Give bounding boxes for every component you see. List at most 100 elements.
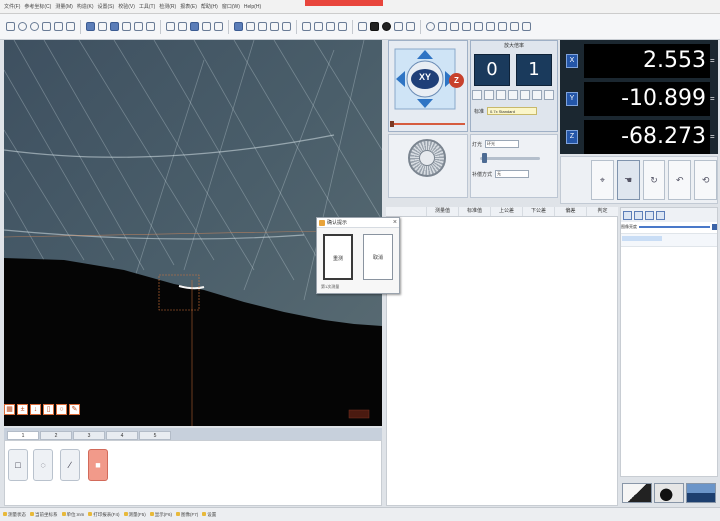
delete-icon[interactable] xyxy=(656,210,665,220)
last-icon[interactable] xyxy=(508,90,518,100)
star-icon[interactable] xyxy=(498,22,507,31)
column-header[interactable]: 偏差 xyxy=(554,207,586,216)
x-axis-button[interactable]: X xyxy=(566,54,578,68)
circle-icon[interactable] xyxy=(18,22,27,31)
reset-icon[interactable]: ⟲ xyxy=(694,160,717,200)
tab-5[interactable]: 5 xyxy=(139,431,171,440)
pin-icon[interactable]: ✎ xyxy=(69,404,80,415)
page-icon[interactable]: ▯ xyxy=(43,404,54,415)
column-header[interactable]: 判定 xyxy=(586,207,618,216)
curve-icon[interactable] xyxy=(146,22,155,31)
status-item[interactable]: 显示(F6) xyxy=(149,512,172,518)
image-list[interactable] xyxy=(621,233,717,247)
person-icon[interactable] xyxy=(358,22,367,31)
save-icon[interactable] xyxy=(202,22,211,31)
line-icon[interactable] xyxy=(134,22,143,31)
point-icon[interactable] xyxy=(42,22,51,31)
column-header[interactable]: 测量值 xyxy=(426,207,458,216)
close-icon[interactable]: × xyxy=(393,218,397,228)
column-header[interactable]: 标准值 xyxy=(458,207,490,216)
page-icon[interactable] xyxy=(522,22,531,31)
column-header[interactable]: 上公差 xyxy=(490,207,522,216)
record-icon[interactable] xyxy=(382,22,391,31)
distance-icon[interactable] xyxy=(86,22,95,31)
plus-icon[interactable] xyxy=(544,90,554,100)
down-icon[interactable] xyxy=(532,90,542,100)
menu-item[interactable]: 测量(M) xyxy=(55,3,73,10)
status-item[interactable]: 测量(F5) xyxy=(123,512,146,518)
person-icon[interactable] xyxy=(166,22,175,31)
z-axis-button[interactable]: Z xyxy=(449,73,464,88)
image-list-selected-row[interactable] xyxy=(622,236,662,241)
menu-item[interactable]: 参考坐标(C) xyxy=(24,3,51,10)
window-icon[interactable] xyxy=(406,22,415,31)
square-icon[interactable]: □ xyxy=(8,449,28,481)
search-icon[interactable] xyxy=(486,22,495,31)
hand-icon[interactable]: ☚ xyxy=(616,160,640,200)
chart-icon[interactable] xyxy=(282,22,291,31)
column-header[interactable]: 下公差 xyxy=(522,207,554,216)
flip-icon[interactable] xyxy=(462,22,471,31)
export-icon[interactable] xyxy=(314,22,323,31)
tab-1[interactable]: 1 xyxy=(7,431,39,440)
first-icon[interactable] xyxy=(472,90,482,100)
text-icon[interactable] xyxy=(338,22,347,31)
camera-icon[interactable] xyxy=(190,22,199,31)
next-icon[interactable] xyxy=(496,90,506,100)
measure-icon[interactable]: ± xyxy=(17,404,28,415)
measure-icon[interactable] xyxy=(270,22,279,31)
menu-item[interactable]: Help(H) xyxy=(244,4,261,10)
brightness-thumb[interactable] xyxy=(482,153,487,163)
remeasure-button[interactable]: 重测 xyxy=(323,234,353,280)
arc-icon[interactable] xyxy=(30,22,39,31)
tab-4[interactable]: 4 xyxy=(106,431,138,440)
lens-icon[interactable]: ◌ xyxy=(33,449,53,481)
lock-icon[interactable] xyxy=(178,22,187,31)
import-icon[interactable] xyxy=(302,22,311,31)
menu-item[interactable]: 检测(R) xyxy=(159,3,176,10)
ruler-icon[interactable] xyxy=(474,22,483,31)
grid-icon[interactable] xyxy=(246,22,255,31)
status-item[interactable]: 打印报表(F4) xyxy=(88,512,120,518)
angle-icon[interactable] xyxy=(66,22,75,31)
gear-icon[interactable] xyxy=(98,22,107,31)
save-icon[interactable] xyxy=(645,210,654,220)
thumbnail[interactable] xyxy=(686,483,716,503)
arrow-icon[interactable] xyxy=(438,22,447,31)
tab-2[interactable]: 2 xyxy=(40,431,72,440)
rotate-icon[interactable]: ↻ xyxy=(642,160,666,200)
target-icon[interactable] xyxy=(426,22,435,31)
menu-item[interactable]: 帮助(H) xyxy=(201,3,218,10)
mode-select[interactable]: 无 xyxy=(495,170,530,178)
grid-icon[interactable]: ▦ xyxy=(4,404,15,415)
up-icon[interactable] xyxy=(520,90,530,100)
pen-icon[interactable] xyxy=(450,22,459,31)
tab-3[interactable]: 3 xyxy=(73,431,105,440)
rect-icon[interactable] xyxy=(54,22,63,31)
table-icon[interactable] xyxy=(110,22,119,31)
menu-item[interactable]: 工具(T) xyxy=(139,3,155,10)
stop-icon[interactable] xyxy=(370,22,379,31)
cursor-icon[interactable] xyxy=(214,22,223,31)
home-icon[interactable] xyxy=(234,22,243,31)
target-icon[interactable]: ⌖ xyxy=(591,160,614,200)
stop-icon[interactable]: ■ xyxy=(88,449,108,481)
light-select[interactable]: 环光 xyxy=(485,140,520,148)
new-icon[interactable] xyxy=(623,210,632,220)
menu-item[interactable]: 设置(S) xyxy=(98,3,115,10)
print-icon[interactable] xyxy=(326,22,335,31)
report-icon[interactable] xyxy=(258,22,267,31)
y-axis-button[interactable]: Y xyxy=(566,92,578,106)
menu-item[interactable]: 报表(E) xyxy=(180,3,197,10)
pen-icon[interactable]: ∕ xyxy=(60,449,80,481)
menu-item[interactable]: 文件(F) xyxy=(4,3,20,10)
zoom-icon[interactable] xyxy=(122,22,131,31)
zoom-icon[interactable]: ○ xyxy=(56,404,67,415)
open-icon[interactable] xyxy=(634,210,643,220)
undo-icon[interactable]: ↶ xyxy=(668,160,692,200)
prev-icon[interactable] xyxy=(484,90,494,100)
line-icon[interactable] xyxy=(6,22,15,31)
z-axis-button[interactable]: Z xyxy=(566,130,578,144)
thumbnail[interactable] xyxy=(654,483,684,503)
menu-item[interactable]: 构造(K) xyxy=(77,3,94,10)
